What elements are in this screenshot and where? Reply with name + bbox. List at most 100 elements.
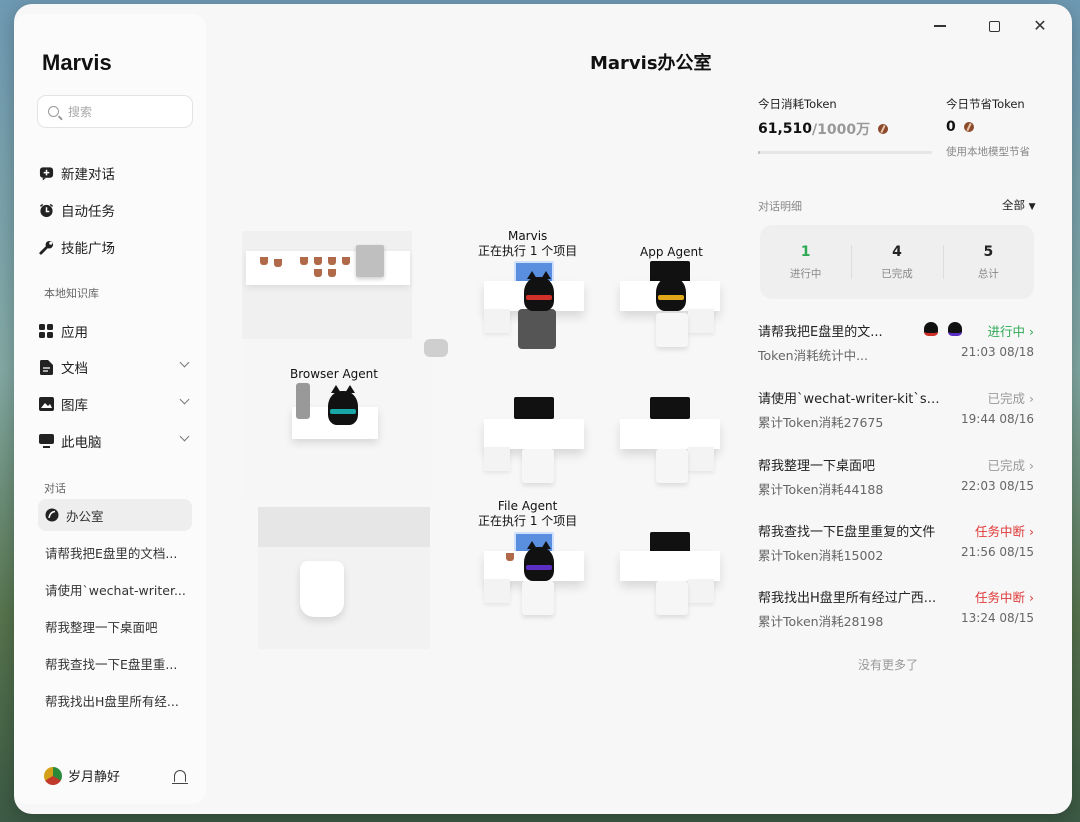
close-icon: ✕: [1033, 16, 1047, 35]
office-scene: Browser Agent Marvis 正在执行 1 个项目 App Agen…: [242, 229, 722, 649]
chair-icon: [296, 383, 310, 419]
nav-new-chat[interactable]: 新建对话: [38, 158, 188, 188]
task-time: 19:44 08/16: [961, 412, 1034, 426]
nav-apps[interactable]: 应用: [38, 316, 188, 346]
nav-this-pc[interactable]: 此电脑: [38, 426, 190, 456]
nav-gallery[interactable]: 图库: [38, 389, 190, 419]
desk: [620, 419, 720, 449]
minimize-icon: [934, 25, 946, 27]
saved-note: 使用本地模型节省: [946, 146, 1030, 158]
chevron-down-icon[interactable]: [179, 357, 190, 368]
cup-icon: [274, 259, 282, 267]
task-row[interactable]: 帮我找出H盘里所有经过广西... 任务中断 › 累计Token消耗28198 1…: [758, 587, 1034, 637]
apps-icon: [38, 323, 54, 339]
file-agent-icon: [948, 322, 962, 336]
app-window: ✕ Marvis 新建对话 自动任务 技能广场 本地知识库: [14, 4, 1072, 814]
chat-item[interactable]: 请使用`wechat-writer...: [38, 573, 192, 605]
nav-documents[interactable]: 文档: [38, 352, 190, 382]
nav-new-chat-label: 新建对话: [61, 167, 115, 183]
maximize-icon: [988, 20, 1000, 32]
desk-cabinet: [688, 579, 714, 603]
cup-icon: [506, 553, 514, 561]
task-time: 21:56 08/15: [961, 545, 1034, 559]
chat-item[interactable]: 帮我查找一下E盘里重...: [38, 647, 192, 679]
chat-item-label: 帮我查找一下E盘里重...: [45, 656, 178, 672]
search-input[interactable]: [68, 104, 178, 119]
wrench-icon: [38, 239, 54, 255]
chevron-down-icon[interactable]: [179, 431, 190, 442]
chat-item-office[interactable]: 办公室: [38, 499, 192, 531]
chair-icon: [522, 449, 554, 483]
user-profile[interactable]: 岁月静好: [44, 766, 120, 785]
task-status: 已完成 ›: [988, 388, 1035, 407]
cup-icon: [300, 257, 308, 265]
chats-section-label: 对话: [44, 482, 66, 495]
task-status-label: 任务中断: [975, 524, 1026, 539]
image-icon: [38, 396, 54, 412]
filter-dropdown[interactable]: 全部 ▼: [1002, 197, 1036, 213]
restroom-wall: [258, 507, 430, 547]
file-agent-name: File Agent: [497, 499, 558, 513]
sidebar: Marvis 新建对话 自动任务 技能广场 本地知识库: [14, 14, 206, 804]
task-status-label: 进行中: [987, 324, 1026, 339]
task-title: 请帮我把E盘里的文...: [758, 325, 883, 340]
chat-item[interactable]: 请帮我把E盘里的文档...: [38, 536, 192, 568]
coffee-machine-icon: [356, 245, 384, 277]
close-button[interactable]: ✕: [1018, 14, 1062, 38]
task-row[interactable]: 请帮我把E盘里的文... 进行中 › Token消耗统计中... 21:03 0…: [758, 321, 1034, 371]
today-limit: /1000万: [812, 122, 871, 138]
chevron-right-icon: ›: [1029, 458, 1034, 473]
task-time: 13:24 08/15: [961, 611, 1034, 625]
coffee-bean-icon: [878, 124, 889, 134]
token-usage-progress-fill: [758, 151, 760, 154]
task-time: 22:03 08/15: [961, 479, 1034, 493]
chat-item[interactable]: 帮我找出H盘里所有经...: [38, 684, 192, 716]
maximize-button[interactable]: [972, 14, 1016, 38]
task-row[interactable]: 帮我查找一下E盘里重复的文件 任务中断 › 累计Token消耗15002 21:…: [758, 521, 1034, 571]
nav-auto-task[interactable]: 自动任务: [38, 195, 188, 225]
today-saved-value: 0: [946, 119, 974, 135]
nav-skills[interactable]: 技能广场: [38, 232, 188, 262]
today-used-number: 61,510: [758, 121, 813, 137]
task-token-info: 累计Token消耗44188: [758, 482, 884, 497]
marvis-agent-avatar: [524, 271, 554, 311]
task-row[interactable]: 请使用`wechat-writer-kit`ski... 已完成 › 累计Tok…: [758, 388, 1034, 438]
marvis-agent-name: Marvis: [507, 229, 548, 243]
nav-documents-label: 文档: [61, 361, 88, 377]
task-row[interactable]: 帮我整理一下桌面吧 已完成 › 累计Token消耗44188 22:03 08/…: [758, 455, 1034, 505]
cup-icon: [342, 257, 350, 265]
task-status: 已完成 ›: [988, 455, 1035, 474]
task-summary: 1 进行中 4 已完成 5 总计: [760, 225, 1034, 299]
summary-num: 1: [800, 243, 811, 260]
chat-item-label: 请帮我把E盘里的文档...: [45, 545, 178, 561]
app-agent-label: App Agent: [640, 245, 703, 259]
search-box[interactable]: [37, 95, 193, 128]
brand-title: Marvis: [42, 50, 112, 75]
token-usage-progress: [758, 151, 932, 154]
filter-label: 全部: [1002, 198, 1025, 212]
bell-icon[interactable]: [172, 770, 188, 785]
summary-total: 5 总计: [942, 225, 1034, 299]
cup-icon: [260, 257, 268, 265]
file-agent-status: 正在执行 1 个项目: [478, 514, 578, 528]
chevron-down-icon[interactable]: [179, 394, 190, 405]
desk-cabinet: [484, 447, 510, 471]
cup-icon: [314, 257, 322, 265]
summary-label: 已完成: [881, 267, 913, 280]
kitchen-room: [242, 231, 412, 339]
task-title: 请使用`wechat-writer-kit`ski...: [758, 392, 943, 407]
summary-done: 4 已完成: [851, 225, 942, 299]
task-status: 任务中断 ›: [975, 587, 1034, 606]
chair-icon: [522, 581, 554, 615]
task-token-info: 累计Token消耗15002: [758, 548, 884, 563]
today-used-label: 今日消耗Token: [758, 97, 837, 111]
task-time: 21:03 08/18: [961, 345, 1034, 359]
chat-item[interactable]: 帮我整理一下桌面吧: [38, 610, 192, 642]
task-title: 帮我整理一下桌面吧: [758, 459, 876, 474]
minimize-button[interactable]: [918, 14, 962, 38]
task-status-label: 已完成: [987, 458, 1026, 473]
app-agent-avatar: [656, 271, 686, 311]
nav-gallery-label: 图库: [61, 398, 88, 414]
file-agent-avatar: [524, 541, 554, 581]
desk-cabinet: [688, 447, 714, 471]
